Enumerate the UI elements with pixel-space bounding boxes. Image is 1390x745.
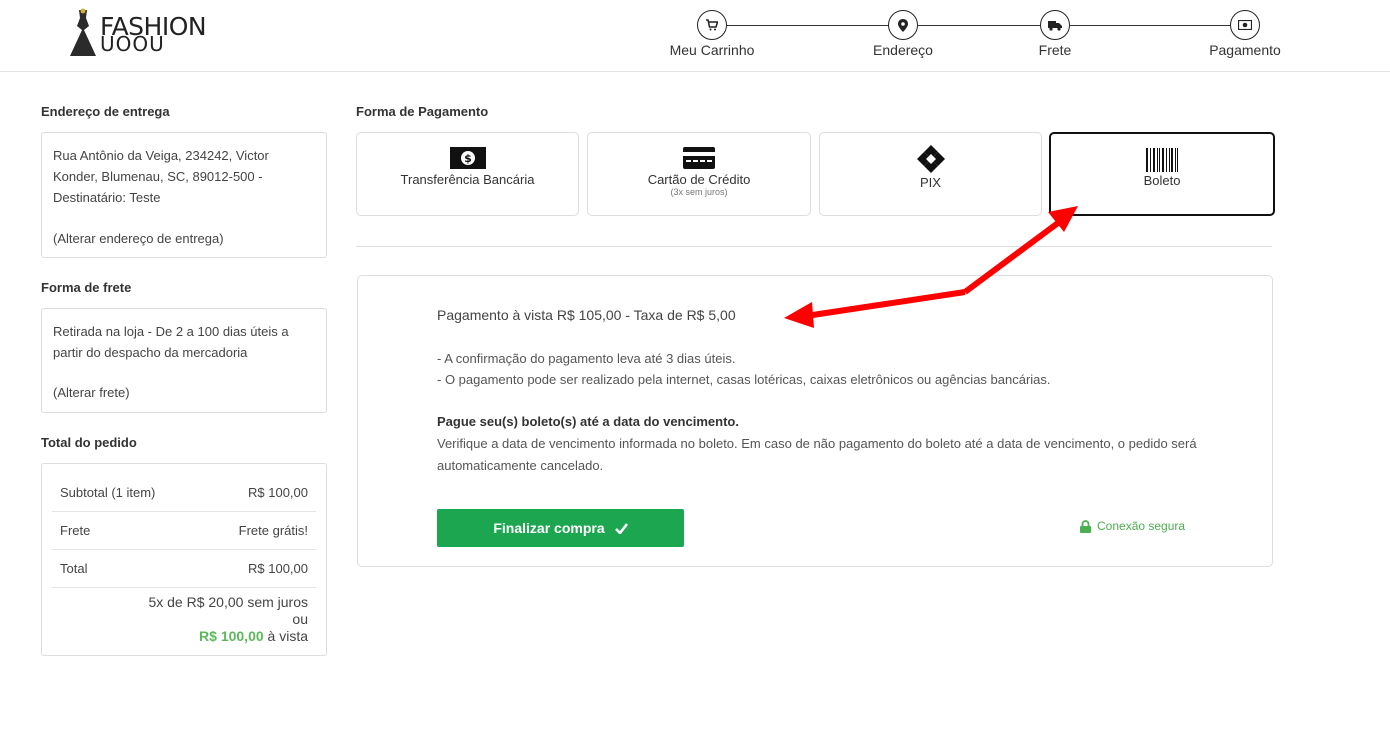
svg-text:$: $ bbox=[464, 152, 472, 165]
money-icon bbox=[1238, 20, 1252, 30]
total-box: Subtotal (1 item) R$ 100,00 Frete Frete … bbox=[41, 463, 327, 656]
boleto-warning-text: Verifique a data de vencimento informada… bbox=[437, 436, 1197, 473]
step-payment[interactable]: Pagamento bbox=[1185, 10, 1305, 58]
change-shipping-link[interactable]: (Alterar frete) bbox=[53, 382, 315, 403]
map-pin-icon bbox=[898, 18, 908, 32]
installments-or: ou bbox=[292, 611, 308, 627]
step-shipping[interactable]: Frete bbox=[995, 10, 1115, 58]
banknote-icon: $ bbox=[449, 147, 486, 169]
lock-icon bbox=[1080, 519, 1091, 533]
address-title: Endereço de entrega bbox=[41, 104, 170, 119]
header: FASHION UOOU Meu Carrinho Endereço Frete bbox=[0, 0, 1390, 72]
steps-connector bbox=[712, 25, 1232, 26]
boleto-info-item: - A confirmação do pagamento leva até 3 … bbox=[437, 351, 736, 366]
row-label: Subtotal (1 item) bbox=[60, 485, 156, 500]
payment-option-sub: (3x sem juros) bbox=[670, 187, 728, 197]
order-summary-column: Endereço de entrega Rua Antônio da Veiga… bbox=[41, 104, 327, 656]
payment-option-pix[interactable]: PIX bbox=[819, 132, 1042, 216]
address-box: Rua Antônio da Veiga, 234242, Victor Kon… bbox=[41, 132, 327, 258]
installments-text: 5x de R$ 20,00 sem juros bbox=[148, 594, 308, 610]
total-row-total: Total R$ 100,00 bbox=[52, 550, 316, 588]
shipping-title: Forma de frete bbox=[41, 280, 132, 295]
payment-option-label: Boleto bbox=[1143, 173, 1181, 188]
row-value: R$ 100,00 bbox=[248, 485, 308, 500]
boleto-warning: Pague seu(s) boleto(s) até a data do ven… bbox=[437, 411, 1197, 477]
section-divider bbox=[356, 246, 1272, 247]
step-cart-label: Meu Carrinho bbox=[669, 42, 755, 58]
total-title: Total do pedido bbox=[41, 435, 137, 450]
finish-purchase-button[interactable]: Finalizar compra bbox=[437, 509, 684, 547]
cash-suffix: à vista bbox=[263, 628, 308, 644]
cash-price: R$ 100,00 à vista bbox=[60, 628, 308, 645]
row-label: Frete bbox=[60, 523, 91, 538]
payment-option-label: Transferência Bancária bbox=[400, 172, 535, 187]
step-address-label: Endereço bbox=[873, 42, 933, 58]
truck-icon bbox=[1048, 20, 1062, 31]
change-address-link[interactable]: (Alterar endereço de entrega) bbox=[53, 228, 315, 249]
pix-icon bbox=[916, 145, 945, 173]
step-shipping-label: Frete bbox=[1038, 42, 1072, 58]
payment-title: Forma de Pagamento bbox=[356, 104, 489, 119]
row-label: Total bbox=[60, 561, 88, 576]
step-payment-label: Pagamento bbox=[1209, 42, 1281, 58]
shipping-box: Retirada na loja - De 2 a 100 dias úteis… bbox=[41, 308, 327, 413]
credit-card-icon bbox=[683, 147, 715, 169]
cart-icon bbox=[706, 19, 718, 31]
installments-info: 5x de R$ 20,00 sem juros ou R$ 100,00 à … bbox=[52, 588, 316, 645]
boleto-details-panel: Pagamento à vista R$ 105,00 - Taxa de R$… bbox=[357, 275, 1273, 567]
boleto-warning-title: Pague seu(s) boleto(s) até a data do ven… bbox=[437, 414, 739, 429]
barcode-icon bbox=[1146, 148, 1178, 172]
row-value: R$ 100,00 bbox=[248, 561, 308, 576]
secure-connection-label: Conexão segura bbox=[1097, 519, 1186, 533]
checkout-steps: Meu Carrinho Endereço Frete Pagamento bbox=[650, 10, 1300, 66]
dress-icon bbox=[70, 8, 96, 56]
check-icon bbox=[614, 522, 628, 534]
cash-value: R$ 100,00 bbox=[199, 628, 264, 644]
payment-option-label: Cartão de Crédito bbox=[647, 172, 751, 187]
total-row-subtotal: Subtotal (1 item) R$ 100,00 bbox=[52, 474, 316, 512]
brand-logo[interactable]: FASHION UOOU bbox=[68, 8, 208, 60]
payment-option-credit-card[interactable]: Cartão de Crédito (3x sem juros) bbox=[587, 132, 811, 216]
step-cart[interactable]: Meu Carrinho bbox=[652, 10, 772, 58]
row-value: Frete grátis! bbox=[238, 523, 308, 538]
step-address[interactable]: Endereço bbox=[843, 10, 963, 58]
finish-purchase-label: Finalizar compra bbox=[493, 520, 605, 536]
payment-option-transfer[interactable]: $ Transferência Bancária bbox=[356, 132, 579, 216]
boleto-info-list: - A confirmação do pagamento leva até 3 … bbox=[437, 348, 1051, 390]
address-text: Rua Antônio da Veiga, 234242, Victor Kon… bbox=[53, 148, 269, 205]
brand-line2: UOOU bbox=[100, 32, 165, 56]
boleto-price-line: Pagamento à vista R$ 105,00 - Taxa de R$… bbox=[437, 307, 736, 323]
boleto-info-item: - O pagamento pode ser realizado pela in… bbox=[437, 372, 1051, 387]
secure-connection: Conexão segura bbox=[1080, 519, 1185, 533]
shipping-text: Retirada na loja - De 2 a 100 dias úteis… bbox=[53, 324, 289, 360]
total-row-shipping: Frete Frete grátis! bbox=[52, 512, 316, 550]
payment-option-boleto[interactable]: Boleto bbox=[1049, 132, 1275, 216]
payment-option-label: PIX bbox=[920, 175, 941, 190]
